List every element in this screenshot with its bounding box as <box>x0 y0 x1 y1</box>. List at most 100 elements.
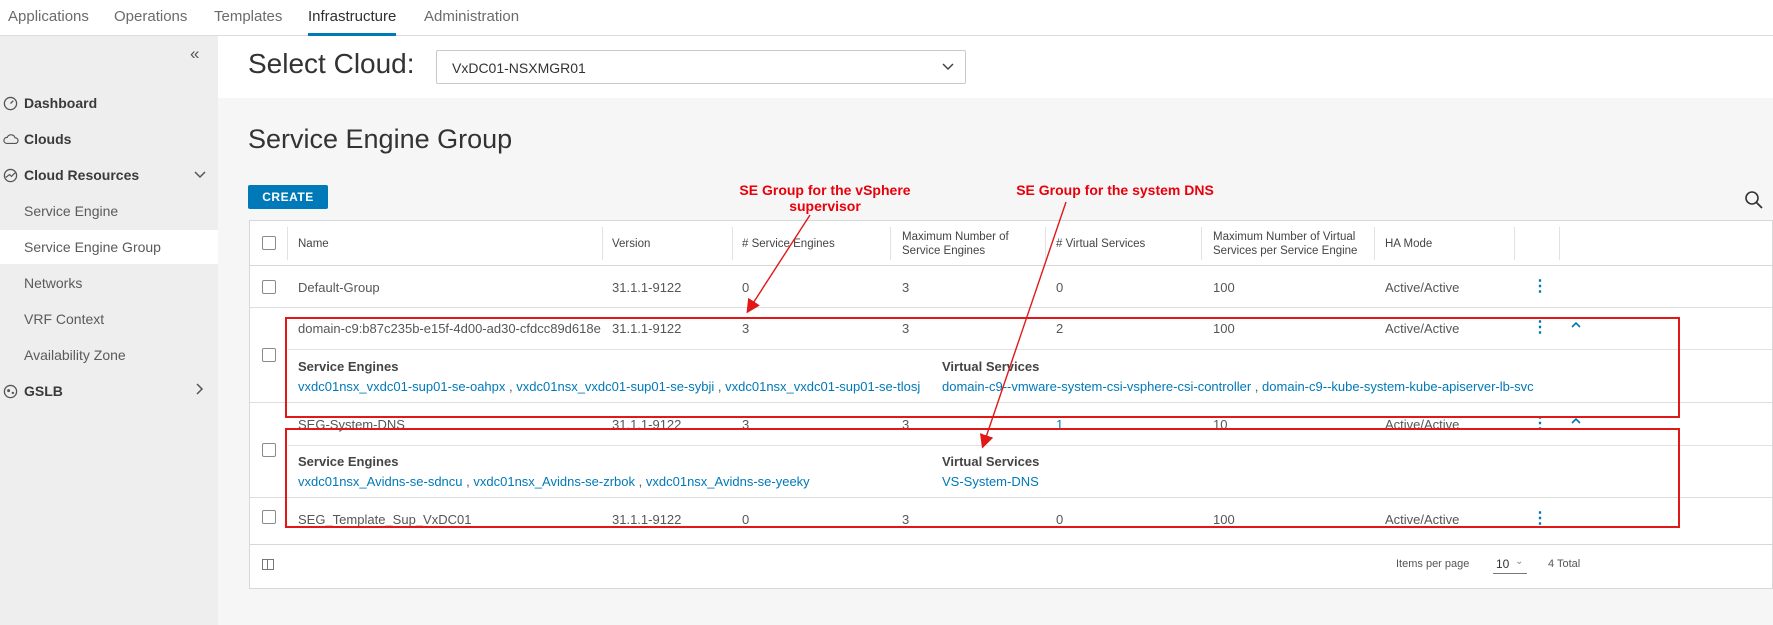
cloud-selector-bar: Select Cloud: VxDC01-NSXMGR01 <box>218 36 1773 98</box>
virtual-service-link[interactable]: domain-c9--kube-system-kube-apiserver-lb… <box>1262 379 1534 394</box>
sidebar-item-service-engine[interactable]: Service Engine <box>0 194 218 228</box>
column-header-ha-mode[interactable]: HA Mode <box>1385 221 1505 266</box>
virtual-service-link[interactable]: domain-c9--vmware-system-csi-vsphere-csi… <box>942 379 1251 394</box>
row-actions-kebab-icon[interactable]: ⋮ <box>1532 279 1548 295</box>
column-header-max-virtual-services[interactable]: Maximum Number of Virtual Services per S… <box>1213 221 1383 266</box>
sidebar-item-label: Networks <box>24 275 83 291</box>
tab-administration[interactable]: Administration <box>424 8 519 36</box>
service-engines-list: vxdc01nsx_Avidns-se-sdncu , vxdc01nsx_Av… <box>298 474 810 489</box>
row-ha-mode: Active/Active <box>1385 280 1460 295</box>
sidebar-item-gslb[interactable]: GSLB <box>0 374 218 408</box>
sidebar-item-label: VRF Context <box>24 311 105 327</box>
items-per-page-select[interactable]: 10 ⌄ <box>1493 554 1527 574</box>
row-vs-count: 0 <box>1056 280 1064 295</box>
cloud-select[interactable]: VxDC01-NSXMGR01 <box>436 50 966 84</box>
row-ha-mode: Active/Active <box>1385 512 1460 527</box>
row-max-se: 3 <box>902 512 910 527</box>
service-engine-group-table: Name Version # Service Engines Maximum N… <box>249 220 1773 589</box>
sidebar-item-dashboard[interactable]: Dashboard <box>0 86 218 120</box>
row-actions-kebab-icon[interactable]: ⋮ <box>1532 320 1548 336</box>
sidebar-item-cloud-resources[interactable]: Cloud Resources <box>0 158 218 192</box>
cloud-resources-icon <box>3 158 19 196</box>
row-se-count: 3 <box>742 417 750 432</box>
service-engine-link[interactable]: vxdc01nsx_Avidns-se-yeeky <box>646 474 810 489</box>
sidebar: « Dashboard Clouds Cloud Resources Servi… <box>0 36 218 625</box>
collapse-row-chevron-up-icon[interactable] <box>1570 415 1582 430</box>
sidebar-item-availability-zone[interactable]: Availability Zone <box>0 338 218 372</box>
sidebar-item-label: Service Engine Group <box>24 239 161 255</box>
service-engine-link[interactable]: vxdc01nsx_vxdc01-sup01-se-sybji <box>516 379 714 394</box>
gslb-icon <box>3 374 19 412</box>
virtual-services-list: VS-System-DNS <box>942 474 1039 489</box>
row-max-vs: 100 <box>1213 280 1235 295</box>
service-engine-link[interactable]: vxdc01nsx_Avidns-se-sdncu <box>298 474 463 489</box>
search-icon[interactable] <box>1744 190 1764 210</box>
row-ha-mode: Active/Active <box>1385 417 1460 432</box>
collapse-row-chevron-up-icon[interactable] <box>1570 319 1582 334</box>
create-button[interactable]: CREATE <box>248 185 328 209</box>
table-header: Name Version # Service Engines Maximum N… <box>250 221 1772 266</box>
cloud-icon <box>3 122 19 159</box>
select-all-checkbox[interactable] <box>262 236 276 250</box>
row-max-vs: 100 <box>1213 321 1235 336</box>
row-checkbox[interactable] <box>262 443 276 457</box>
row-se-count: 0 <box>742 512 750 527</box>
row-checkbox[interactable] <box>262 510 276 524</box>
table-footer: Items per page 10 ⌄ 4 Total <box>250 544 1772 588</box>
sidebar-item-label: Clouds <box>24 131 72 147</box>
sidebar-item-label: Availability Zone <box>24 347 126 363</box>
collapse-sidebar-icon[interactable]: « <box>190 44 199 64</box>
chevron-down-icon <box>941 57 955 80</box>
service-engine-link[interactable]: vxdc01nsx_vxdc01-sup01-se-tlosj <box>725 379 920 394</box>
row-name: Default-Group <box>298 280 380 295</box>
row-checkbox[interactable] <box>262 280 276 294</box>
chevron-right-icon <box>194 374 204 408</box>
select-cloud-label: Select Cloud: <box>248 48 415 79</box>
table-row[interactable]: domain-c9:b87c235b-e15f-4d00-ad30-cfdcc8… <box>250 308 1772 403</box>
row-vs-count: 0 <box>1056 512 1064 527</box>
sidebar-item-vrf-context[interactable]: VRF Context <box>0 302 218 336</box>
row-se-count: 0 <box>742 280 750 295</box>
main-content: Select Cloud: VxDC01-NSXMGR01 Service En… <box>218 36 1773 625</box>
row-actions-kebab-icon[interactable]: ⋮ <box>1532 511 1548 527</box>
table-row[interactable]: SEG-System-DNS 31.1.1-9122 3 3 1 10 Acti… <box>250 403 1772 498</box>
service-engine-link[interactable]: vxdc01nsx_vxdc01-sup01-se-oahpx <box>298 379 505 394</box>
sidebar-item-service-engine-group[interactable]: Service Engine Group <box>0 230 218 264</box>
table-row[interactable]: Default-Group 31.1.1-9122 0 3 0 100 Acti… <box>250 266 1772 308</box>
row-max-se: 3 <box>902 417 910 432</box>
top-navigation: Applications Operations Templates Infras… <box>0 0 1773 36</box>
total-count: 4 Total <box>1548 558 1581 570</box>
service-engines-heading: Service Engines <box>298 359 399 374</box>
column-header-name[interactable]: Name <box>298 221 598 266</box>
column-toggle-icon[interactable] <box>262 559 274 570</box>
virtual-services-list: domain-c9--vmware-system-csi-vsphere-csi… <box>942 379 1534 394</box>
service-engines-list: vxdc01nsx_vxdc01-sup01-se-oahpx , vxdc01… <box>298 379 921 394</box>
row-name: SEG-System-DNS <box>298 417 405 432</box>
virtual-service-link[interactable]: VS-System-DNS <box>942 474 1039 489</box>
cloud-select-value: VxDC01-NSXMGR01 <box>452 60 586 76</box>
tab-operations[interactable]: Operations <box>114 8 187 36</box>
row-name: domain-c9:b87c235b-e15f-4d00-ad30-cfdcc8… <box>298 321 601 336</box>
dashboard-icon <box>3 86 19 124</box>
column-header-virtual-services[interactable]: # Virtual Services <box>1056 221 1206 266</box>
column-header-service-engines[interactable]: # Service Engines <box>742 221 892 266</box>
service-engine-link[interactable]: vxdc01nsx_Avidns-se-zrbok <box>473 474 635 489</box>
page-title: Service Engine Group <box>248 124 513 154</box>
sidebar-item-clouds[interactable]: Clouds <box>0 122 218 156</box>
row-actions-kebab-icon[interactable]: ⋮ <box>1532 416 1548 432</box>
row-checkbox[interactable] <box>262 348 276 362</box>
tab-templates[interactable]: Templates <box>214 8 282 36</box>
chevron-down-icon <box>194 158 206 192</box>
row-max-se: 3 <box>902 321 910 336</box>
sidebar-item-networks[interactable]: Networks <box>0 266 218 300</box>
column-header-version[interactable]: Version <box>612 221 722 266</box>
row-version: 31.1.1-9122 <box>612 512 682 527</box>
row-max-vs: 10 <box>1213 417 1228 432</box>
service-engines-heading: Service Engines <box>298 454 399 469</box>
tab-applications[interactable]: Applications <box>8 8 89 36</box>
column-header-max-service-engines[interactable]: Maximum Number of Service Engines <box>902 221 1032 266</box>
virtual-services-heading: Virtual Services <box>942 454 1040 469</box>
row-ha-mode: Active/Active <box>1385 321 1460 336</box>
table-row[interactable]: SEG_Template_Sup_VxDC01 31.1.1-9122 0 3 … <box>250 498 1772 544</box>
tab-infrastructure[interactable]: Infrastructure <box>308 8 397 36</box>
